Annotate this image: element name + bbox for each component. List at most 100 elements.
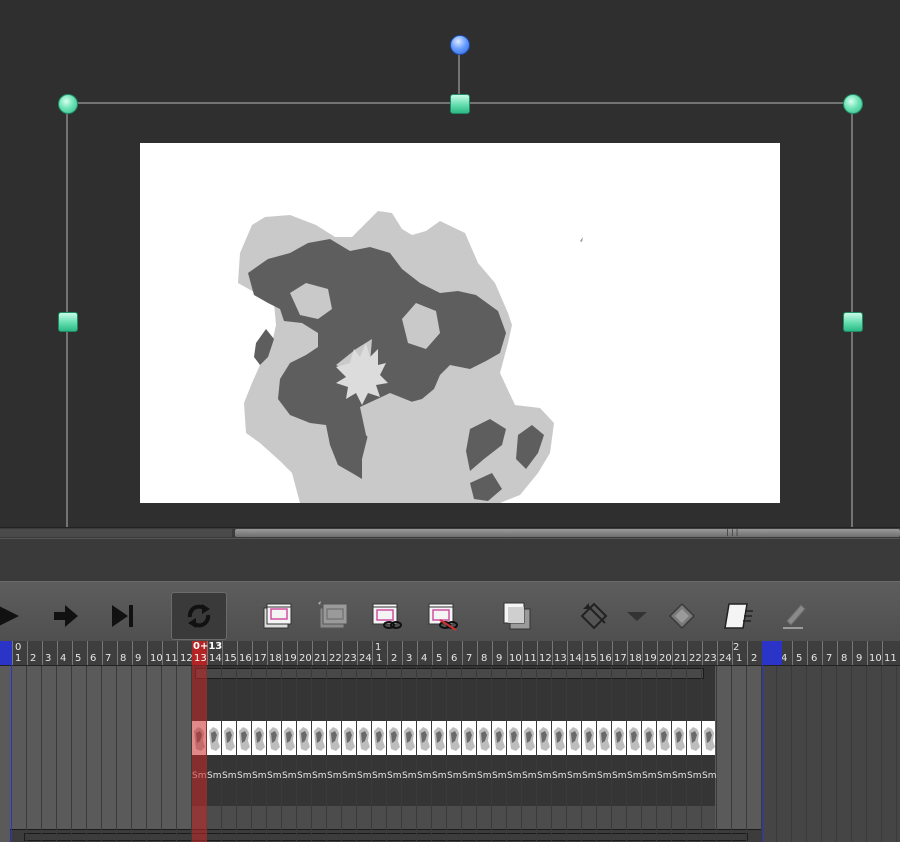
frame-grid-line	[476, 666, 477, 842]
frame-label: 7	[466, 653, 473, 664]
frame-tick	[267, 641, 268, 665]
frame-grid-line	[56, 666, 57, 842]
thumbnail-strip	[192, 721, 715, 755]
cel-thumbnail	[672, 721, 687, 755]
frame-grid-line	[626, 666, 627, 842]
unlink-cel-button[interactable]	[418, 592, 466, 640]
range-end-marker[interactable]	[762, 641, 782, 665]
frame-label: 23	[344, 653, 357, 664]
frame-grid-line	[116, 666, 117, 842]
frame-label: 18	[629, 653, 642, 664]
playhead[interactable]	[192, 641, 207, 842]
cel-thumbnail	[477, 721, 492, 755]
frame-grid-line	[851, 666, 852, 842]
panel-divider[interactable]	[0, 538, 900, 581]
loop-button[interactable]	[171, 592, 227, 640]
next-frame-button[interactable]	[42, 592, 90, 640]
onion-skin-button[interactable]	[492, 592, 540, 640]
keyframe-button[interactable]	[658, 592, 706, 640]
horizontal-scrollbar[interactable]: |||	[0, 527, 900, 538]
edge-handle-top[interactable]	[450, 94, 470, 114]
range-start-line	[11, 641, 12, 842]
range-start-marker[interactable]	[0, 641, 11, 665]
frame-label: 20	[299, 653, 312, 664]
frame-tick	[702, 641, 703, 665]
keyframe-dropdown-button[interactable]	[613, 592, 661, 640]
corner-handle-top-left[interactable]	[58, 94, 78, 114]
keyframe-transform-button[interactable]	[570, 592, 618, 640]
cel-name-label: Sm	[297, 771, 312, 781]
timeline-panel[interactable]: 2412345678910111214151617181920212223241…	[0, 641, 900, 842]
frame-label: 16	[599, 653, 612, 664]
cel-thumbnail	[372, 721, 387, 755]
frame-grid-line	[386, 666, 387, 842]
frame-tick	[822, 641, 823, 665]
frame-grid-line	[731, 666, 732, 842]
cel-thumbnail	[237, 721, 252, 755]
cel-thumbnail	[252, 721, 267, 755]
cel-name-label: Sm	[417, 771, 432, 781]
cel-track-header[interactable]	[195, 668, 704, 679]
frame-tick	[687, 641, 688, 665]
pen-button[interactable]	[770, 592, 818, 640]
scrollbar-thumb[interactable]: |||	[235, 527, 900, 537]
frame-label: 9	[135, 653, 142, 664]
cel-name-label: Sm	[522, 771, 537, 781]
cel-thumbnail	[297, 721, 312, 755]
corner-handle-top-right[interactable]	[843, 94, 863, 114]
frame-grid-line	[281, 666, 282, 842]
frame-label: 4	[60, 653, 67, 664]
frame-tick	[402, 641, 403, 665]
cel-thumbnail	[492, 721, 507, 755]
cel-thumbnail	[537, 721, 552, 755]
frame-label: 11	[165, 653, 178, 664]
frame-label: 7	[105, 653, 112, 664]
frame-tick	[642, 641, 643, 665]
light-table-button[interactable]	[714, 592, 762, 640]
edge-handle-right[interactable]	[843, 312, 863, 332]
canvas[interactable]	[140, 143, 780, 503]
edge-handle-left[interactable]	[58, 312, 78, 332]
frame-grid-line	[266, 666, 267, 842]
frame-label: 19	[284, 653, 297, 664]
frame-label: 1	[736, 653, 743, 664]
frame-tick	[432, 641, 433, 665]
cel-thumbnail	[327, 721, 342, 755]
frame-label: 7	[826, 653, 833, 664]
rotate-handle[interactable]	[450, 35, 470, 55]
frame-tick	[12, 641, 13, 665]
frame-grid-line	[356, 666, 357, 842]
cel-thumbnail	[522, 721, 537, 755]
frame-label: 24	[719, 653, 732, 664]
second-label: 2	[733, 642, 740, 653]
frame-tick	[567, 641, 568, 665]
frame-label: 23	[704, 653, 717, 664]
frame-grid-line	[881, 666, 882, 842]
frame-grid-line	[146, 666, 147, 842]
cel-thumbnail	[312, 721, 327, 755]
frame-tick	[582, 641, 583, 665]
cel-thumbnail	[462, 721, 477, 755]
link-cel-button[interactable]	[362, 592, 410, 640]
play-button[interactable]	[0, 592, 32, 640]
canvas-viewport[interactable]: |||	[0, 0, 900, 538]
frame-grid-line	[311, 666, 312, 842]
play-icon	[0, 606, 19, 626]
frame-label: 1	[376, 653, 383, 664]
frame-grid-line	[416, 666, 417, 842]
frame-label: 8	[120, 653, 127, 664]
cel-thumbnail	[417, 721, 432, 755]
frame-tick	[72, 641, 73, 665]
frame-tick	[357, 641, 358, 665]
last-frame-button[interactable]	[98, 592, 146, 640]
timeline-tracks[interactable]: Sm Sm Sm Sm Sm Sm Sm Sm Sm Sm Sm Sm Sm Sm Sm Sm Sm Sm Sm Sm…	[0, 666, 900, 842]
frame-label: 2	[751, 653, 758, 664]
frame-grid-line	[866, 666, 867, 842]
timeline-toolbar	[0, 581, 900, 643]
frame-tick	[147, 641, 148, 665]
new-cel-button[interactable]	[251, 592, 299, 640]
frame-grid-line	[656, 666, 657, 842]
scrollbar-track[interactable]	[0, 529, 232, 537]
frame-label: 6	[811, 653, 818, 664]
cel-name-label: Sm	[582, 771, 597, 781]
